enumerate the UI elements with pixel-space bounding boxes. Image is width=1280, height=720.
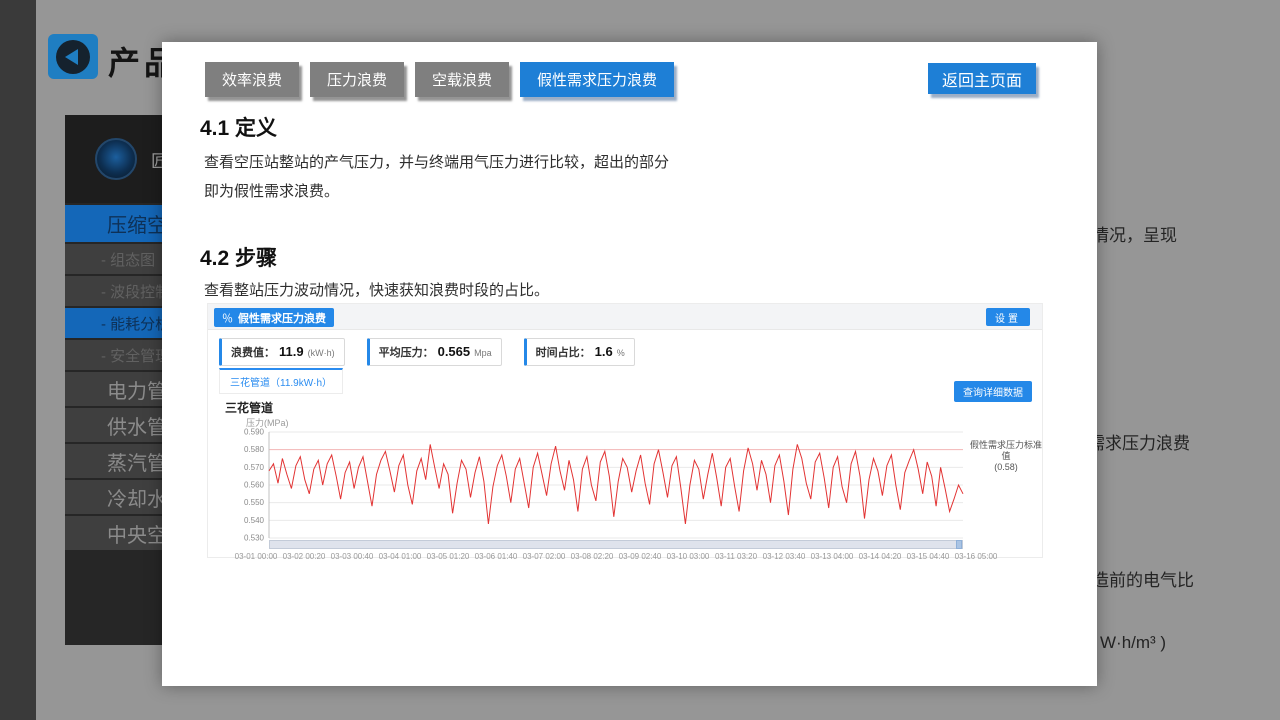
percent-waste-icon: ％ xyxy=(222,310,233,326)
dashboard-screenshot: ％ 假性需求压力浪费 设置 浪费值： 11.9 (kW·h) 平均压力： 0.5… xyxy=(207,303,1043,558)
svg-text:0.570: 0.570 xyxy=(244,463,265,472)
xtick-label: 03-09 02:40 xyxy=(616,552,664,561)
section-body-steps: 查看整站压力波动情况，快速获知浪费时段的占比。 xyxy=(204,276,549,305)
dashboard-title-badge: ％ 假性需求压力浪费 xyxy=(214,308,334,327)
bg-text-fragment: 需求压力浪费 xyxy=(1088,429,1190,454)
back-icon xyxy=(56,40,90,74)
stat-card-time-ratio: 时间占比： 1.6 % xyxy=(524,338,635,366)
section-heading-definition: 4.1 定义 xyxy=(200,112,277,142)
svg-text:0.530: 0.530 xyxy=(244,534,265,543)
return-home-button[interactable]: 返回主页面 xyxy=(928,63,1036,94)
chart-xtick-labels: 03-01 00:0003-02 00:2003-03 00:4003-04 0… xyxy=(232,552,1000,561)
svg-text:0.550: 0.550 xyxy=(244,498,265,507)
brand-logo-icon xyxy=(95,138,137,180)
pipe-tab-sanhua[interactable]: 三花管道（11.9kW·h） xyxy=(219,368,343,394)
svg-text:0.560: 0.560 xyxy=(244,481,265,490)
tab-false-demand-pressure-waste[interactable]: 假性需求压力浪费 xyxy=(520,62,674,97)
dashboard-title: 假性需求压力浪费 xyxy=(238,310,326,326)
xtick-label: 03-06 01:40 xyxy=(472,552,520,561)
tab-pressure-waste[interactable]: 压力浪费 xyxy=(310,62,404,97)
tab-idle-waste[interactable]: 空载浪费 xyxy=(415,62,509,97)
settings-button[interactable]: 设置 xyxy=(986,308,1030,326)
section-body-definition: 查看空压站整站的产气压力，并与终端用气压力进行比较，超出的部分 即为假性需求浪费… xyxy=(204,148,669,206)
xtick-label: 03-13 04:00 xyxy=(808,552,856,561)
bg-text-fragment: 造前的电气比 xyxy=(1092,566,1194,591)
section-heading-steps: 4.2 步骤 xyxy=(200,242,277,272)
waste-tab-row: 效率浪费 压力浪费 空载浪费 假性需求压力浪费 xyxy=(205,62,674,97)
xtick-label: 03-16 05:00 xyxy=(952,552,1000,561)
datazoom-handle[interactable] xyxy=(956,540,962,549)
stats-row: 浪费值： 11.9 (kW·h) 平均压力： 0.565 Mpa 时间占比： 1… xyxy=(219,338,635,366)
xtick-label: 03-12 03:40 xyxy=(760,552,808,561)
xtick-label: 03-01 00:00 xyxy=(232,552,280,561)
reference-line-annotation: 假性需求压力标准值 (0.58) xyxy=(970,440,1042,473)
xtick-label: 03-04 01:00 xyxy=(376,552,424,561)
xtick-label: 03-07 02:00 xyxy=(520,552,568,561)
xtick-label: 03-08 02:20 xyxy=(568,552,616,561)
tutorial-modal: 效率浪费 压力浪费 空载浪费 假性需求压力浪费 返回主页面 4.1 定义 查看空… xyxy=(162,42,1097,686)
bg-text-fragment: W·h/m³ ) xyxy=(1100,633,1166,653)
xtick-label: 03-15 04:40 xyxy=(904,552,952,561)
editor-left-gutter xyxy=(0,0,36,720)
xtick-label: 03-14 04:20 xyxy=(856,552,904,561)
datazoom-scrollbar[interactable] xyxy=(269,540,963,549)
tab-efficiency-waste[interactable]: 效率浪费 xyxy=(205,62,299,97)
xtick-label: 03-02 00:20 xyxy=(280,552,328,561)
bg-text-fragment: 情况，呈现 xyxy=(1092,221,1177,246)
xtick-label: 03-11 03:20 xyxy=(712,552,760,561)
svg-text:0.580: 0.580 xyxy=(244,445,265,454)
stat-card-avg-pressure: 平均压力： 0.565 Mpa xyxy=(367,338,502,366)
back-button-badge[interactable] xyxy=(48,34,98,79)
svg-text:0.590: 0.590 xyxy=(244,428,265,437)
svg-text:0.540: 0.540 xyxy=(244,516,265,525)
query-details-button[interactable]: 查询详细数据 xyxy=(954,381,1032,402)
xtick-label: 03-05 01:20 xyxy=(424,552,472,561)
xtick-label: 03-03 00:40 xyxy=(328,552,376,561)
dashboard-header: ％ 假性需求压力浪费 设置 xyxy=(208,304,1042,330)
xtick-label: 03-10 03:00 xyxy=(664,552,712,561)
stat-card-waste-value: 浪费值： 11.9 (kW·h) xyxy=(219,338,345,366)
